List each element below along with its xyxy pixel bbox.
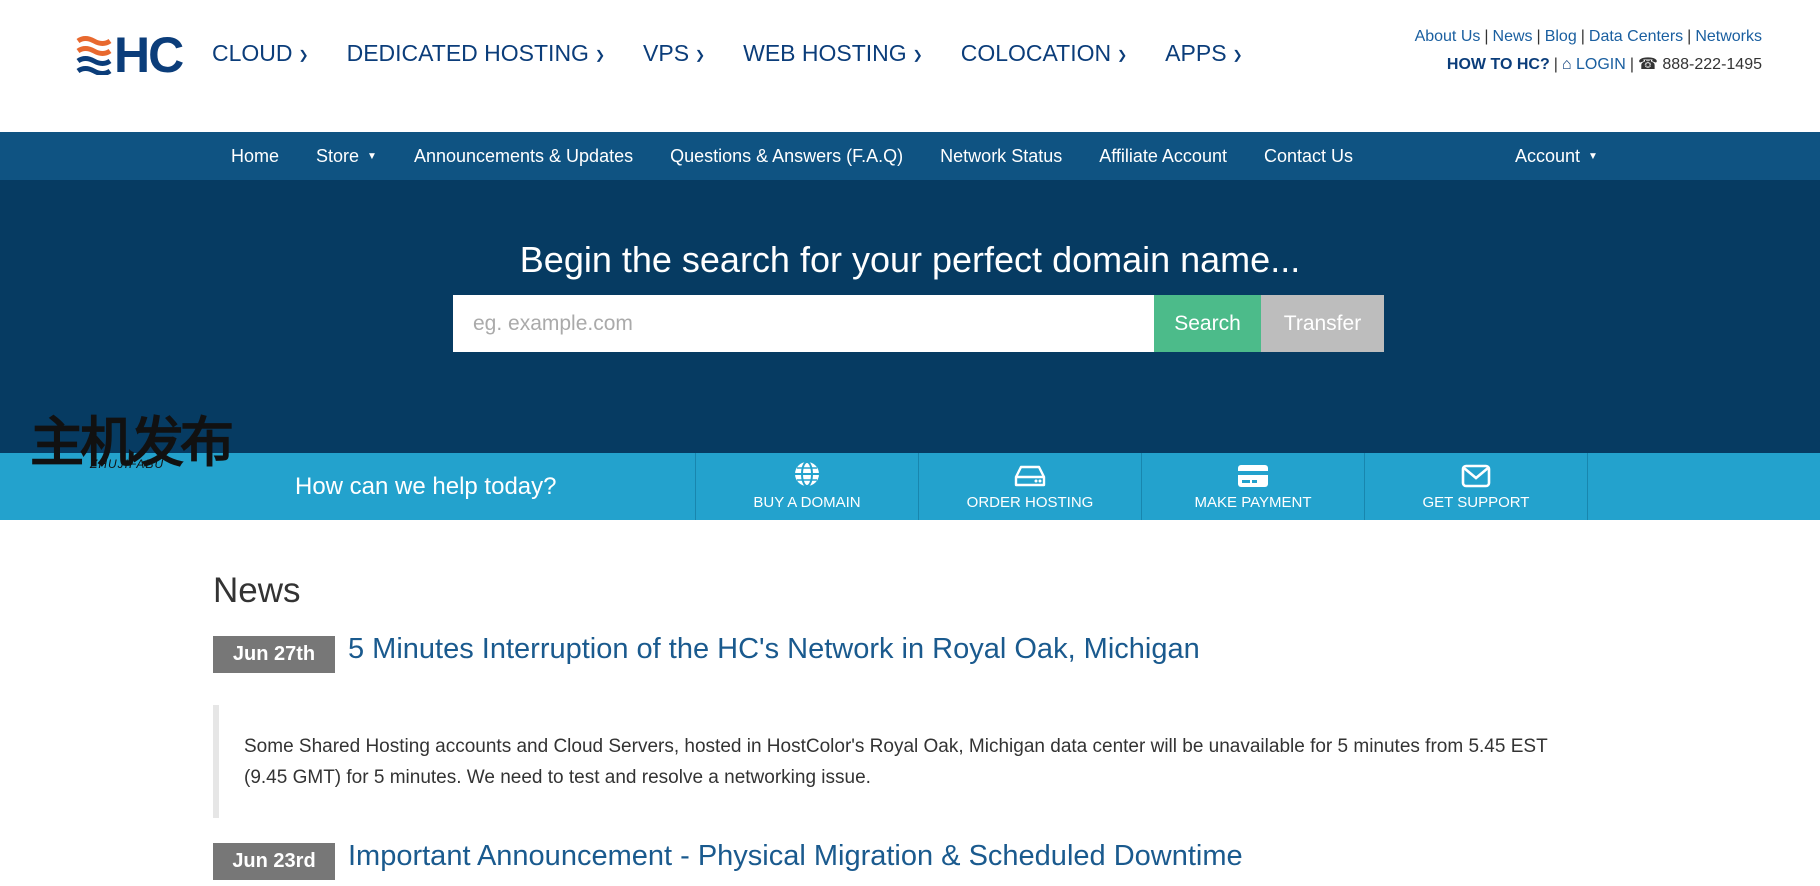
phone-icon: ☎ — [1637, 56, 1658, 73]
nav-apps-label: APPS — [1165, 40, 1227, 66]
help-bar: How can we help today? BUY A DOMAIN ORDE… — [0, 453, 1820, 520]
subnav-announcements[interactable]: Announcements & Updates — [414, 146, 633, 167]
link-data-centers[interactable]: Data Centers — [1589, 28, 1683, 45]
nav-dedicated-hosting[interactable]: DEDICATED HOSTING ❯ — [347, 40, 605, 67]
subnav-account-label: Account — [1515, 145, 1581, 166]
link-about-us[interactable]: About Us — [1415, 28, 1481, 45]
separator: | — [1484, 28, 1489, 45]
secondary-nav-items: Home Store ▼ Announcements & Updates Ques… — [231, 132, 1390, 180]
logo-text: HC — [114, 27, 184, 83]
nav-cloud[interactable]: CLOUD ❯ — [212, 40, 309, 67]
utility-links: About Us | News | Blog | Data Centers | Networks… — [1415, 28, 1762, 74]
tile-order-hosting[interactable]: ORDER HOSTING — [919, 453, 1142, 520]
tile-get-support[interactable]: GET SUPPORT — [1365, 453, 1588, 520]
link-networks[interactable]: Networks — [1695, 28, 1762, 45]
news-title-link[interactable]: 5 Minutes Interruption of the HC's Netwo… — [348, 633, 1200, 666]
server-icon — [1014, 465, 1046, 487]
separator: | — [1687, 28, 1692, 45]
nav-web-hosting[interactable]: WEB HOSTING ❯ — [743, 40, 923, 67]
chevron-down-icon: ❯ — [1117, 47, 1128, 62]
link-news[interactable]: News — [1493, 28, 1533, 45]
news-date-badge: Jun 27th — [213, 636, 335, 673]
nav-dedicated-hosting-label: DEDICATED HOSTING — [346, 40, 589, 66]
tile-make-payment[interactable]: MAKE PAYMENT — [1142, 453, 1365, 520]
help-tiles: BUY A DOMAIN ORDER HOSTING MAKE PAYMENT — [695, 453, 1588, 520]
nav-colocation[interactable]: COLOCATION ❯ — [961, 40, 1127, 67]
nav-cloud-label: CLOUD — [212, 40, 293, 66]
domain-search-input[interactable] — [453, 295, 1154, 352]
separator: | — [1580, 28, 1585, 45]
domain-search-hero: Begin the search for your perfect domain… — [0, 180, 1820, 453]
link-login[interactable]: LOGIN — [1576, 56, 1626, 73]
utility-row-links: About Us | News | Blog | Data Centers | Networks — [1415, 28, 1762, 46]
subnav-faq[interactable]: Questions & Answers (F.A.Q) — [670, 146, 903, 167]
tile-buy-domain[interactable]: BUY A DOMAIN — [696, 453, 919, 520]
tile-get-support-label: GET SUPPORT — [1422, 494, 1530, 511]
separator: | — [1536, 28, 1541, 45]
transfer-button[interactable]: Transfer — [1261, 295, 1384, 352]
chevron-down-icon: ❯ — [1232, 47, 1243, 62]
separator: | — [1553, 56, 1558, 73]
subnav-store[interactable]: Store ▼ — [316, 146, 377, 167]
envelope-icon — [1461, 464, 1491, 488]
logo-waves-icon — [76, 36, 112, 75]
separator: | — [1629, 56, 1634, 73]
globe-icon — [795, 461, 819, 487]
chevron-down-icon: ❯ — [912, 47, 923, 62]
subnav-network-status[interactable]: Network Status — [940, 146, 1062, 167]
watermark-sub-text: ZHUJIFABU — [90, 457, 165, 471]
tile-make-payment-label: MAKE PAYMENT — [1194, 494, 1312, 511]
help-text: How can we help today? — [295, 472, 557, 500]
caret-down-icon: ▼ — [367, 150, 377, 162]
phone-number[interactable]: 888-222-1495 — [1662, 56, 1762, 73]
subnav-affiliate-account[interactable]: Affiliate Account — [1099, 146, 1227, 167]
subnav-account[interactable]: Account ▼ — [1515, 132, 1598, 180]
subnav-store-label: Store — [316, 145, 360, 166]
top-header: HC CLOUD ❯ DEDICATED HOSTING ❯ VPS ❯ WEB HO… — [0, 0, 1820, 132]
credit-card-icon — [1238, 465, 1268, 487]
hero-title: Begin the search for your perfect domain… — [519, 239, 1301, 280]
zhujifabu-watermark: 主机发布 ZHUJIFABU — [30, 412, 234, 474]
nav-vps-label: VPS — [643, 40, 690, 66]
tile-buy-domain-label: BUY A DOMAIN — [753, 494, 861, 511]
tile-order-hosting-label: ORDER HOSTING — [966, 494, 1094, 511]
chevron-down-icon: ❯ — [695, 47, 706, 62]
subnav-home[interactable]: Home — [231, 146, 279, 167]
link-blog[interactable]: Blog — [1545, 28, 1577, 45]
chevron-down-icon: ❯ — [298, 47, 309, 62]
news-title-link[interactable]: Important Announcement - Physical Migrat… — [348, 840, 1243, 873]
caret-down-icon: ▼ — [1588, 150, 1598, 162]
news-excerpt: Some Shared Hosting accounts and Cloud S… — [213, 705, 1583, 818]
hc-logo[interactable]: HC — [76, 27, 184, 83]
chevron-down-icon: ❯ — [594, 47, 606, 62]
home-icon: ⌂ — [1561, 56, 1572, 73]
secondary-nav: Home Store ▼ Announcements & Updates Ques… — [0, 132, 1820, 180]
search-button[interactable]: Search — [1154, 295, 1261, 352]
news-heading: News — [213, 571, 301, 610]
news-date-badge: Jun 23rd — [213, 843, 335, 880]
nav-apps[interactable]: APPS ❯ — [1165, 40, 1242, 67]
nav-colocation-label: COLOCATION — [960, 40, 1112, 66]
main-nav: CLOUD ❯ DEDICATED HOSTING ❯ VPS ❯ WEB HOSTI… — [212, 40, 1281, 67]
subnav-contact-us[interactable]: Contact Us — [1264, 146, 1353, 167]
nav-vps[interactable]: VPS ❯ — [643, 40, 705, 67]
link-how-to-hc[interactable]: HOW TO HC? — [1447, 56, 1550, 73]
nav-web-hosting-label: WEB HOSTING — [743, 40, 907, 66]
utility-row-actions: HOW TO HC? | ⌂ LOGIN | ☎ 888-222-1495 — [1415, 54, 1762, 74]
